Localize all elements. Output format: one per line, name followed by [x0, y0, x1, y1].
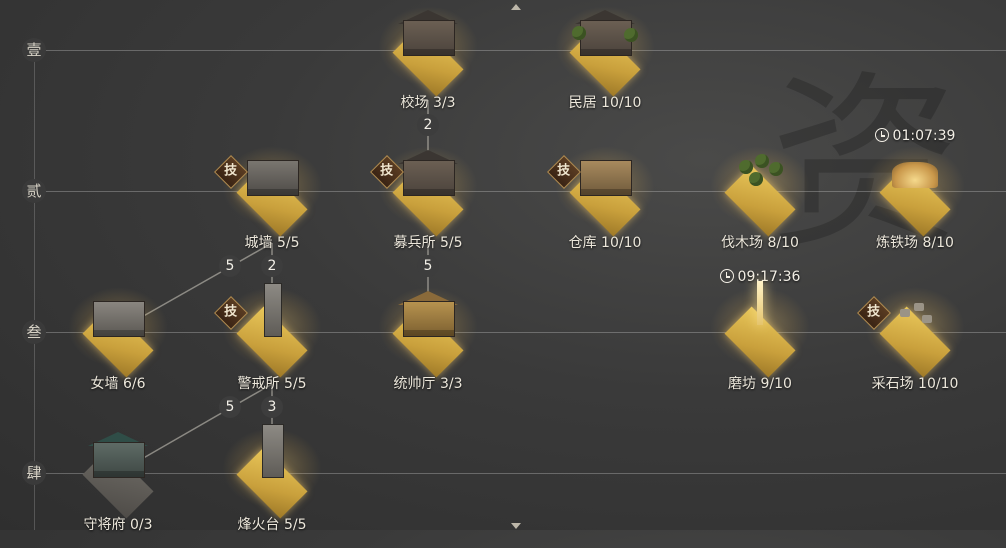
building-beacon-tower[interactable]: 烽火台 5/5	[217, 424, 327, 548]
tree-icon	[749, 172, 763, 186]
building-label: 磨坊 9/10	[728, 376, 792, 392]
building-icon	[93, 442, 145, 478]
building-lumber-mill[interactable]: 伐木场 8/10	[705, 146, 815, 266]
building-residence[interactable]: 民居 10/10	[550, 6, 660, 126]
tower-icon	[262, 424, 284, 478]
parapet-icon	[93, 301, 145, 337]
building-label: 采石场 10/10	[871, 376, 959, 392]
building-icon	[403, 20, 455, 56]
building-label: 校场 3/3	[400, 95, 456, 111]
building-watch-post[interactable]: 技 警戒所 5/5	[214, 283, 327, 407]
tree-icon	[755, 154, 769, 168]
forge-icon	[892, 162, 938, 188]
hall-icon	[403, 301, 455, 337]
building-label: 民居 10/10	[568, 95, 642, 111]
building-parapet[interactable]: 女墙 6/6	[63, 287, 173, 407]
tree-icon	[739, 160, 753, 174]
building-quarry[interactable]: 技 采石场 10/10	[857, 287, 970, 407]
building-training-ground[interactable]: 校场 3/3	[373, 6, 483, 126]
building-mill[interactable]: 09:17:36 磨坊 9/10	[705, 269, 815, 407]
building-label: 仓库 10/10	[568, 235, 642, 251]
tree-icon	[572, 26, 586, 40]
stone-icon	[914, 303, 924, 311]
building-label: 警戒所 5/5	[237, 376, 307, 392]
wall-icon	[247, 160, 299, 196]
building-recruitment[interactable]: 技 募兵所 5/5	[370, 146, 483, 266]
building-label: 烽火台 5/5	[237, 517, 307, 533]
building-label: 城墙 5/5	[244, 235, 300, 251]
building-label: 募兵所 5/5	[393, 235, 463, 251]
building-label: 伐木场 8/10	[721, 235, 799, 251]
stone-icon	[900, 309, 910, 317]
tree-icon	[624, 28, 638, 42]
clock-icon	[874, 128, 889, 142]
upgrade-timer: 01:07:39	[850, 128, 980, 144]
building-command-hall[interactable]: 统帅厅 3/3	[373, 287, 483, 407]
building-garrison-office[interactable]: 守将府 0/3	[63, 428, 173, 548]
stone-icon	[922, 315, 932, 323]
clock-icon	[719, 269, 734, 283]
warehouse-icon	[580, 160, 632, 196]
tree-icon	[769, 162, 783, 176]
upgrade-beam-icon	[757, 281, 763, 325]
building-label: 统帅厅 3/3	[393, 376, 463, 392]
building-iron-works[interactable]: 01:07:39 炼铁场 8/10	[860, 128, 970, 266]
building-label: 守将府 0/3	[83, 517, 153, 533]
building-city-wall[interactable]: 技 城墙 5/5	[214, 146, 327, 266]
building-warehouse[interactable]: 技 仓库 10/10	[547, 146, 660, 266]
building-label: 炼铁场 8/10	[876, 235, 954, 251]
building-label: 女墙 6/6	[90, 376, 146, 392]
tower-icon	[264, 283, 282, 337]
building-icon	[403, 160, 455, 196]
